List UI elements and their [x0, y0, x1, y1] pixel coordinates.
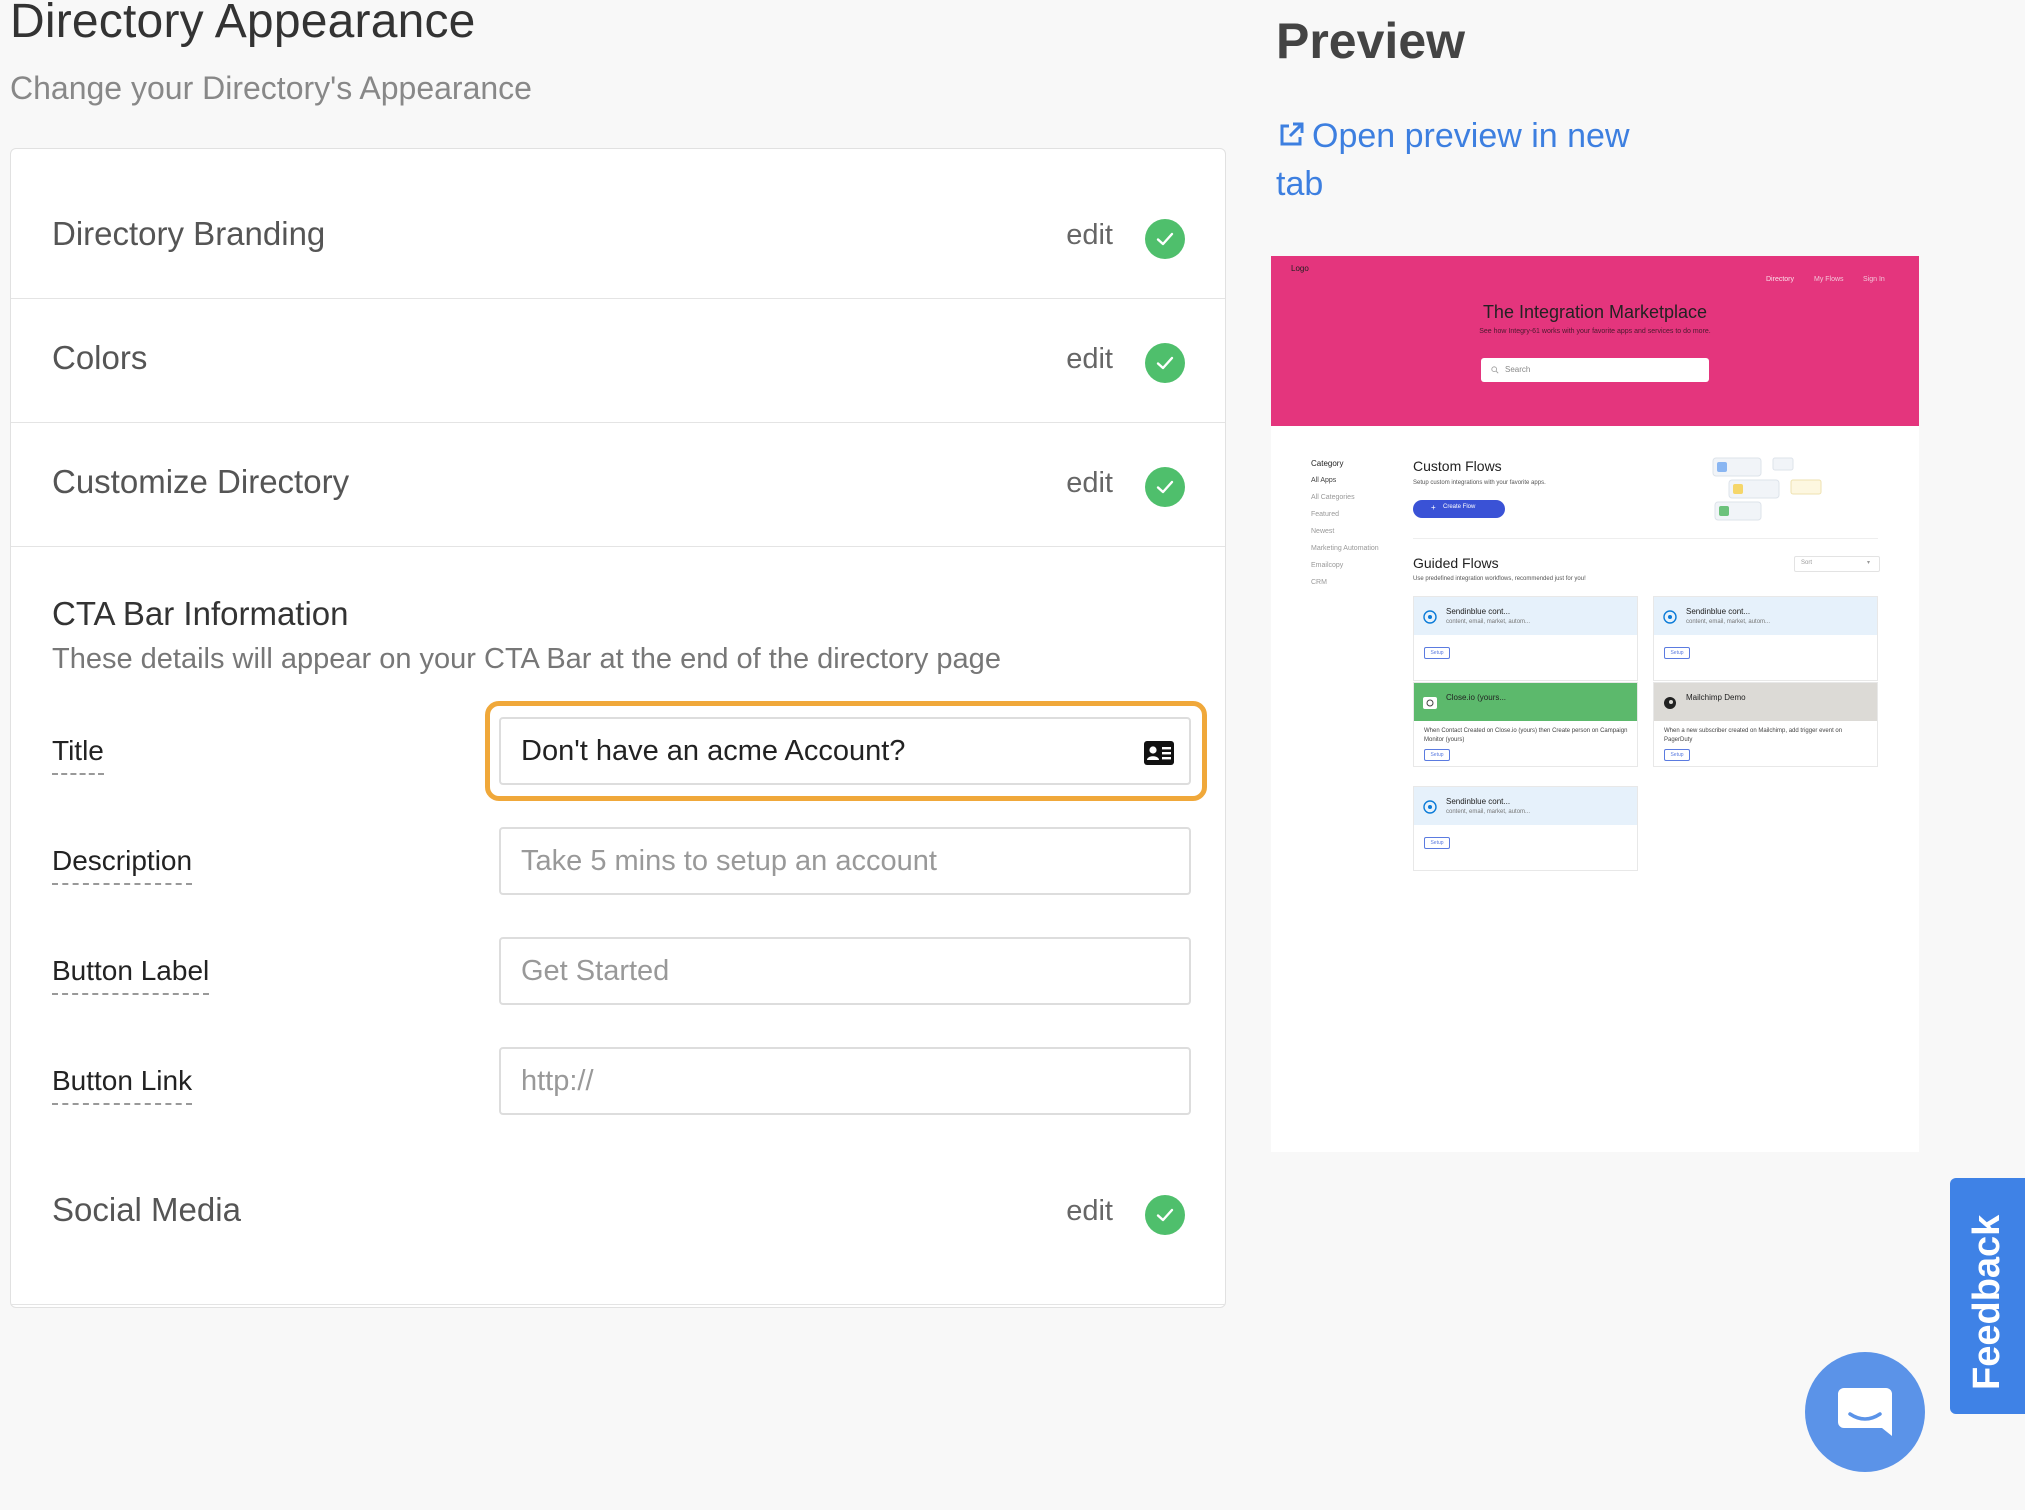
title-input[interactable] [499, 717, 1191, 785]
sendinblue-icon [1423, 800, 1437, 814]
section-title: Social Media [52, 1191, 241, 1228]
edit-link[interactable]: edit [1066, 343, 1113, 376]
preview-search-placeholder: Search [1505, 365, 1531, 374]
preview-card-description: When Contact Created on Close.io (yours)… [1424, 728, 1628, 743]
preview-card-setup-button: Setup [1424, 749, 1450, 761]
preview-flow-card: Sendinblue cont... content, email, marke… [1653, 596, 1878, 681]
preview-card-setup-button: Setup [1424, 647, 1450, 659]
preview-card-name: Sendinblue cont... [1686, 607, 1751, 616]
preview-frame: Logo Directory My Flows Sign In The Inte… [1271, 256, 1919, 1152]
section-title: Colors [52, 339, 148, 376]
section-colors[interactable]: Colors edit [11, 299, 1225, 423]
preview-custom-flows-title: Custom Flows [1413, 458, 1502, 474]
preview-nav-directory: Directory [1766, 276, 1795, 283]
preview-flow-card: Sendinblue cont... content, email, marke… [1413, 786, 1638, 871]
preview-card-name: Sendinblue cont... [1446, 797, 1511, 806]
feedback-tab[interactable]: Feedback [1950, 1178, 2025, 1414]
preview-category-item: Marketing Automation [1311, 545, 1379, 552]
preview-create-flow-button: Create Flow + [1413, 500, 1505, 518]
preview-card-meta: content, email, market, autom... [1446, 619, 1531, 625]
settings-panel: Directory Branding edit Colors edit Cust… [10, 148, 1226, 1308]
preview-card-header [1414, 597, 1637, 635]
plus-icon: + [1431, 503, 1436, 512]
flow-illustration [1712, 457, 1822, 521]
button-link-input[interactable] [499, 1047, 1191, 1115]
section-directory-branding[interactable]: Directory Branding edit [11, 149, 1225, 299]
check-circle-icon [1145, 1195, 1185, 1235]
preview-category-item: All Apps [1311, 477, 1337, 484]
chevron-down-icon: ▾ [1867, 560, 1871, 566]
preview-category-item: CRM [1311, 579, 1327, 586]
open-preview-link[interactable]: Open preview in new tab [1276, 112, 1676, 208]
preview-card-setup-button: Setup [1664, 749, 1690, 761]
sendinblue-icon [1423, 610, 1437, 624]
preview-flow-card: Mailchimp Demo When a new subscriber cre… [1653, 682, 1878, 767]
preview-card-description: When a new subscriber created on Mailchi… [1664, 728, 1843, 743]
preview-search-input: Search [1481, 358, 1709, 382]
preview-card-setup-button: Setup [1664, 647, 1690, 659]
check-circle-icon [1145, 467, 1185, 507]
preview-sort-select: Sort ▾ [1794, 556, 1880, 572]
preview-sort-label: Sort [1801, 560, 1813, 566]
edit-link[interactable]: edit [1066, 1195, 1113, 1228]
button-label-input[interactable] [499, 937, 1191, 1005]
preview-category-item: All Categories [1311, 494, 1355, 501]
preview-nav-sign-in: Sign In [1863, 276, 1885, 283]
preview-nav-my-flows: My Flows [1814, 276, 1844, 283]
preview-category-heading: Category [1311, 459, 1344, 468]
preview-logo: Logo [1291, 264, 1309, 273]
contact-card-icon[interactable] [1143, 740, 1175, 766]
search-icon [1491, 366, 1499, 374]
external-link-icon [1280, 122, 1304, 146]
preview-card-header [1414, 787, 1637, 825]
preview-category-item: Newest [1311, 528, 1335, 535]
check-circle-icon [1145, 343, 1185, 383]
mailchimp-icon [1664, 697, 1676, 709]
preview-hero-title: The Integration Marketplace [1482, 302, 1708, 322]
preview-divider [1413, 538, 1878, 539]
preview-guided-flows-title: Guided Flows [1413, 555, 1499, 571]
button-label-label: Button Label [52, 955, 210, 995]
page-subtitle: Change your Directory's Appearance [10, 70, 532, 106]
section-customize-directory[interactable]: Customize Directory edit [11, 423, 1225, 547]
preview-card-meta: content, email, market, autom... [1446, 809, 1531, 815]
preview-flow-card: Sendinblue cont... content, email, marke… [1413, 596, 1638, 681]
chat-bubble-icon [1838, 1388, 1892, 1436]
section-title: Directory Branding [52, 215, 326, 252]
preview-heading: Preview [1276, 13, 1466, 69]
preview-card-meta: content, email, market, autom... [1686, 619, 1771, 625]
preview-hero-subtitle: See how Integry-61 works with your favor… [1479, 328, 1711, 335]
closeio-icon [1423, 697, 1437, 709]
preview-card-setup-button: Setup [1424, 837, 1450, 849]
preview-card-header [1414, 683, 1637, 721]
title-label: Title [52, 735, 104, 775]
edit-link[interactable]: edit [1066, 467, 1113, 500]
sendinblue-icon [1663, 610, 1677, 624]
preview-card-name: Mailchimp Demo [1686, 693, 1746, 702]
section-social-media[interactable]: Social Media edit [11, 1183, 1225, 1307]
preview-card-header [1654, 683, 1877, 721]
description-input[interactable] [499, 827, 1191, 895]
preview-custom-flows-sub: Setup custom integrations with your favo… [1413, 480, 1546, 486]
cta-heading: CTA Bar Information [52, 595, 349, 632]
preview-guided-flows-sub: Use predefined integration workflows, re… [1413, 576, 1586, 582]
preview-category-item: Featured [1311, 511, 1340, 518]
preview-card-name: Sendinblue cont... [1446, 607, 1511, 616]
cta-description: These details will appear on your CTA Ba… [52, 643, 1001, 675]
edit-link[interactable]: edit [1066, 219, 1113, 252]
description-label: Description [52, 845, 193, 885]
preview-card-header [1654, 597, 1877, 635]
preview-create-flow-label: Create Flow [1443, 504, 1476, 510]
section-title: Customize Directory [52, 463, 350, 500]
open-preview-text: Open preview in new tab [1276, 117, 1630, 203]
check-circle-icon [1145, 219, 1185, 259]
preview-hero: Logo Directory My Flows Sign In The Inte… [1271, 256, 1919, 426]
preview-category-item: Emailcopy [1311, 562, 1344, 569]
button-link-label: Button Link [52, 1065, 193, 1105]
chat-launcher-button[interactable] [1805, 1352, 1925, 1472]
feedback-label: Feedback [1966, 1214, 2008, 1390]
page-title: Directory Appearance [10, 0, 476, 48]
preview-card-name: Close.io (yours... [1446, 693, 1507, 702]
preview-flow-card: Close.io (yours... When Contact Created … [1413, 682, 1638, 767]
